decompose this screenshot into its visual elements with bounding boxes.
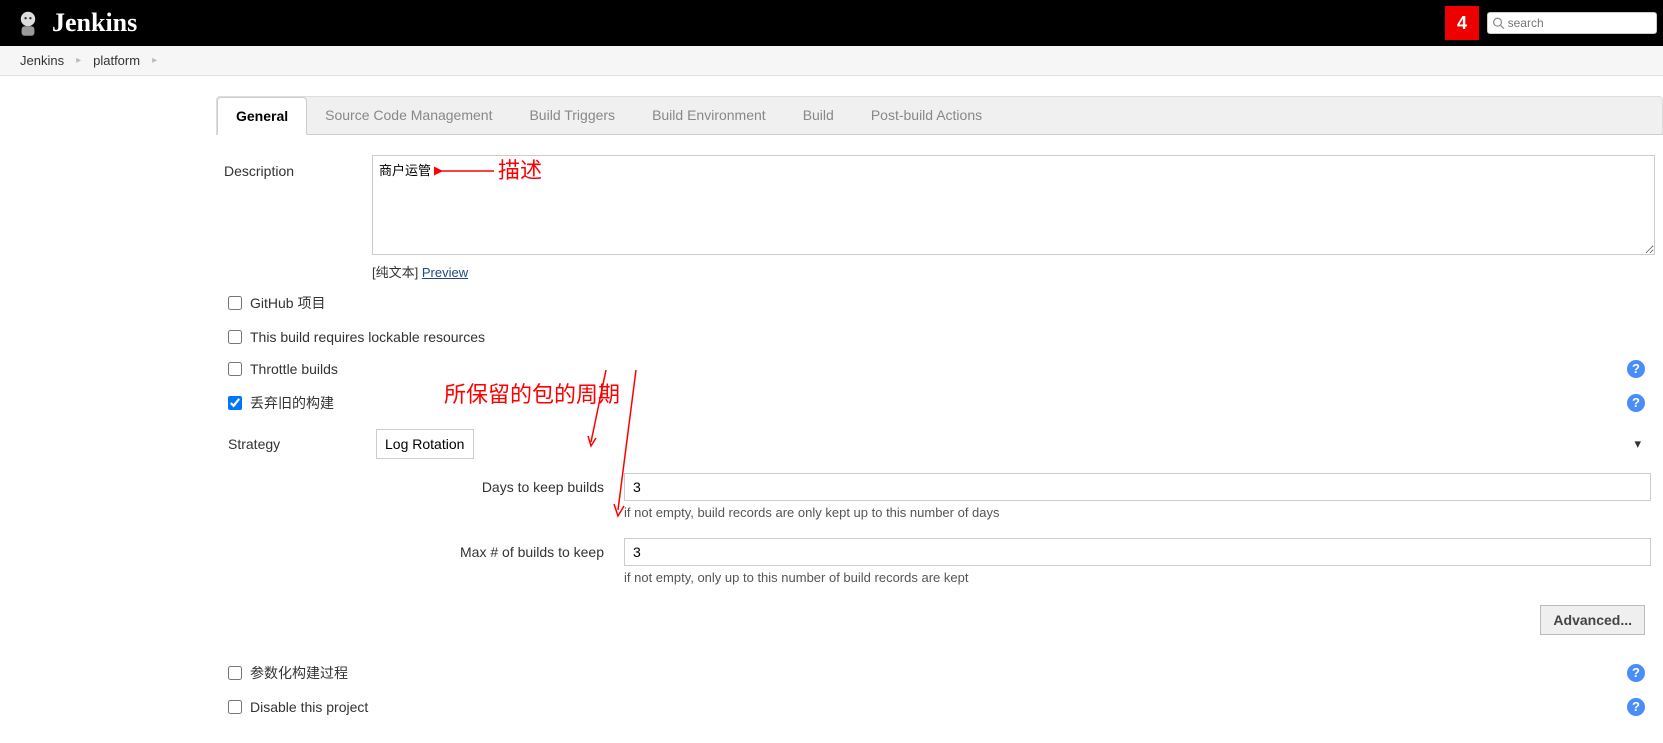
strategy-select-wrap: Log Rotation xyxy=(376,429,1651,459)
breadcrumb-separator: ▸ xyxy=(146,55,163,66)
form-body: Description 商户运管 描述 [纯文本] Preview GitHub… xyxy=(216,135,1663,743)
breadcrumb-item-jenkins[interactable]: Jenkins xyxy=(14,53,70,68)
checkbox-discard-old: 丢弃旧的构建 所保留的包的周期 ? xyxy=(224,385,1655,421)
max-builds-hint: if not empty, only up to this number of … xyxy=(224,568,1655,597)
throttle-label: Throttle builds xyxy=(250,361,338,377)
days-to-keep-label: Days to keep builds xyxy=(394,479,604,495)
description-field: 商户运管 描述 [纯文本] Preview xyxy=(372,155,1655,281)
checkbox-param-build: 参数化构建过程 ? xyxy=(224,655,1655,691)
lockable-checkbox[interactable] xyxy=(228,330,242,344)
help-icon[interactable]: ? xyxy=(1627,360,1645,378)
description-row: Description 商户运管 描述 [纯文本] Preview xyxy=(224,155,1655,281)
jenkins-logo-icon[interactable] xyxy=(12,7,44,39)
max-builds-label: Max # of builds to keep xyxy=(394,544,604,560)
tab-post-build[interactable]: Post-build Actions xyxy=(853,97,1001,134)
discard-old-checkbox[interactable] xyxy=(228,396,242,410)
strategy-label: Strategy xyxy=(228,436,338,452)
checkbox-disable-project: Disable this project ? xyxy=(224,691,1655,723)
tab-scm[interactable]: Source Code Management xyxy=(307,97,511,134)
tab-build[interactable]: Build xyxy=(785,97,853,134)
main-content: General Source Code Management Build Tri… xyxy=(216,96,1663,743)
top-header: Jenkins 4 xyxy=(0,0,1663,46)
strategy-select[interactable]: Log Rotation xyxy=(376,429,474,459)
checkbox-lockable: This build requires lockable resources xyxy=(224,321,1655,353)
advanced-wrap: Advanced... xyxy=(224,597,1655,655)
preview-prefix: [纯文本] xyxy=(372,265,422,280)
github-project-checkbox[interactable] xyxy=(228,296,242,310)
search-box[interactable] xyxy=(1487,12,1657,34)
lockable-label: This build requires lockable resources xyxy=(250,329,485,345)
help-icon[interactable]: ? xyxy=(1627,394,1645,412)
github-project-label: GitHub 项目 xyxy=(250,293,325,313)
description-textarea[interactable]: 商户运管 xyxy=(372,155,1655,255)
days-to-keep-hint: if not empty, build records are only kep… xyxy=(224,503,1655,532)
config-tabs: General Source Code Management Build Tri… xyxy=(216,96,1663,135)
days-to-keep-input[interactable] xyxy=(624,473,1651,501)
search-icon xyxy=(1492,16,1505,30)
preview-row: [纯文本] Preview xyxy=(372,262,1655,281)
advanced-button[interactable]: Advanced... xyxy=(1540,605,1645,635)
checkbox-github-project: GitHub 项目 xyxy=(224,285,1655,321)
disable-project-checkbox[interactable] xyxy=(228,700,242,714)
search-input[interactable] xyxy=(1508,16,1652,30)
param-build-label: 参数化构建过程 xyxy=(250,663,348,683)
discard-old-label: 丢弃旧的构建 xyxy=(250,393,334,413)
disable-project-label: Disable this project xyxy=(250,699,368,715)
tab-build-environment[interactable]: Build Environment xyxy=(634,97,785,134)
tab-build-triggers[interactable]: Build Triggers xyxy=(511,97,634,134)
preview-link[interactable]: Preview xyxy=(422,265,468,280)
breadcrumb-separator: ▸ xyxy=(70,55,87,66)
help-icon[interactable]: ? xyxy=(1627,698,1645,716)
days-to-keep-row: Days to keep builds xyxy=(224,467,1655,503)
help-icon[interactable]: ? xyxy=(1627,664,1645,682)
breadcrumb: Jenkins ▸ platform ▸ xyxy=(0,46,1663,76)
checkbox-throttle: Throttle builds ? xyxy=(224,353,1655,385)
notification-badge[interactable]: 4 xyxy=(1445,6,1479,40)
jenkins-title[interactable]: Jenkins xyxy=(52,8,137,38)
max-builds-row: Max # of builds to keep xyxy=(224,532,1655,568)
description-label: Description xyxy=(224,155,334,281)
tab-general[interactable]: General xyxy=(217,97,307,135)
max-builds-input[interactable] xyxy=(624,538,1651,566)
header-left: Jenkins xyxy=(12,7,137,39)
strategy-row: Strategy Log Rotation xyxy=(224,421,1655,467)
breadcrumb-item-platform[interactable]: platform xyxy=(87,53,146,68)
throttle-checkbox[interactable] xyxy=(228,362,242,376)
param-build-checkbox[interactable] xyxy=(228,666,242,680)
header-right: 4 xyxy=(1445,6,1657,40)
